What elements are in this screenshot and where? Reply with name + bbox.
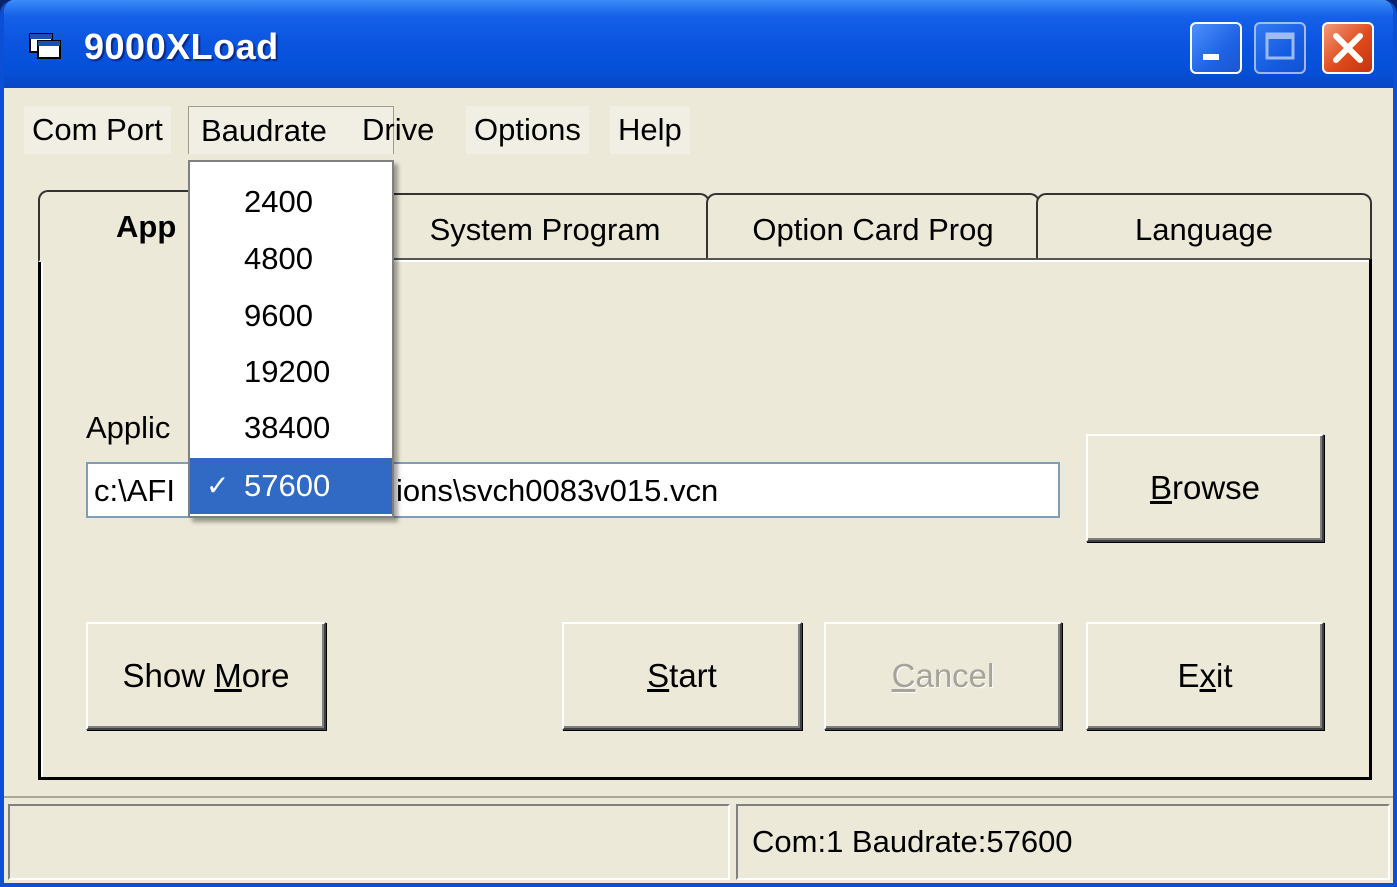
menu-help[interactable]: Help	[610, 106, 690, 154]
start-label-accel: S	[647, 657, 670, 694]
maximize-button[interactable]	[1254, 22, 1306, 74]
tab-language[interactable]: Language	[1036, 193, 1372, 259]
path-text-right: ions\svch0083v015.vcn	[396, 473, 719, 508]
baudrate-option-38400[interactable]: 38400	[190, 400, 392, 456]
baudrate-option-57600-label: 57600	[244, 468, 331, 503]
baudrate-option-2400[interactable]: 2400	[190, 174, 392, 230]
menu-drive[interactable]: Drive	[354, 106, 442, 154]
window-title: 9000XLoad	[84, 26, 279, 67]
baudrate-option-19200[interactable]: 19200	[190, 344, 392, 400]
start-label-post: tart	[669, 657, 717, 694]
checkmark-icon: ✓	[206, 470, 230, 501]
exit-label-post: it	[1216, 657, 1233, 694]
browse-label-accel: B	[1149, 469, 1172, 506]
show-more-label-accel: M	[214, 657, 242, 694]
menu-bar: Com Port Baudrate Drive Options Help	[4, 88, 1393, 162]
baudrate-option-4800[interactable]: 4800	[190, 231, 392, 287]
browse-button[interactable]: Browse	[1086, 434, 1324, 542]
path-text-left: c:\AFI	[94, 473, 175, 508]
cancel-label-accel: C	[891, 657, 916, 694]
app-window: 9000XLoad Com Port Baudrate Drive Option…	[0, 0, 1397, 887]
status-pane-connection: Com:1 Baudrate:57600	[736, 804, 1390, 880]
exit-label-accel: x	[1199, 657, 1217, 694]
title-bar[interactable]: 9000XLoad	[4, 0, 1393, 88]
maximize-icon	[1265, 32, 1295, 60]
show-more-button[interactable]: Show More	[86, 622, 326, 730]
status-bar: Com:1 Baudrate:57600	[4, 796, 1393, 883]
close-button[interactable]	[1322, 22, 1374, 74]
show-more-label-pre: Show	[122, 657, 215, 694]
menu-options[interactable]: Options	[466, 106, 589, 154]
cancel-label-post: ancel	[915, 657, 995, 694]
baudrate-option-9600[interactable]: 9600	[190, 288, 392, 344]
menu-com-port[interactable]: Com Port	[24, 106, 171, 154]
minimize-button[interactable]	[1190, 22, 1242, 74]
exit-label-pre: E	[1177, 657, 1200, 694]
tab-system-program[interactable]: System Program	[380, 193, 710, 259]
show-more-label-post: ore	[241, 657, 290, 694]
start-button[interactable]: Start	[562, 622, 802, 730]
application-file-label: Applic	[86, 410, 171, 445]
exit-button[interactable]: Exit	[1086, 622, 1324, 730]
browse-label-post: rowse	[1171, 469, 1261, 506]
tab-option-card-prog[interactable]: Option Card Prog	[706, 193, 1040, 259]
baudrate-dropdown-menu: 2400 4800 9600 19200 38400 ✓ 57600	[188, 160, 394, 518]
baudrate-option-57600[interactable]: ✓ 57600	[190, 458, 392, 514]
status-pane-left	[8, 804, 730, 880]
app-window-icon	[29, 33, 61, 59]
cancel-button[interactable]: Cancel	[824, 622, 1062, 730]
minimize-icon	[1203, 54, 1219, 60]
close-icon	[1333, 33, 1363, 63]
